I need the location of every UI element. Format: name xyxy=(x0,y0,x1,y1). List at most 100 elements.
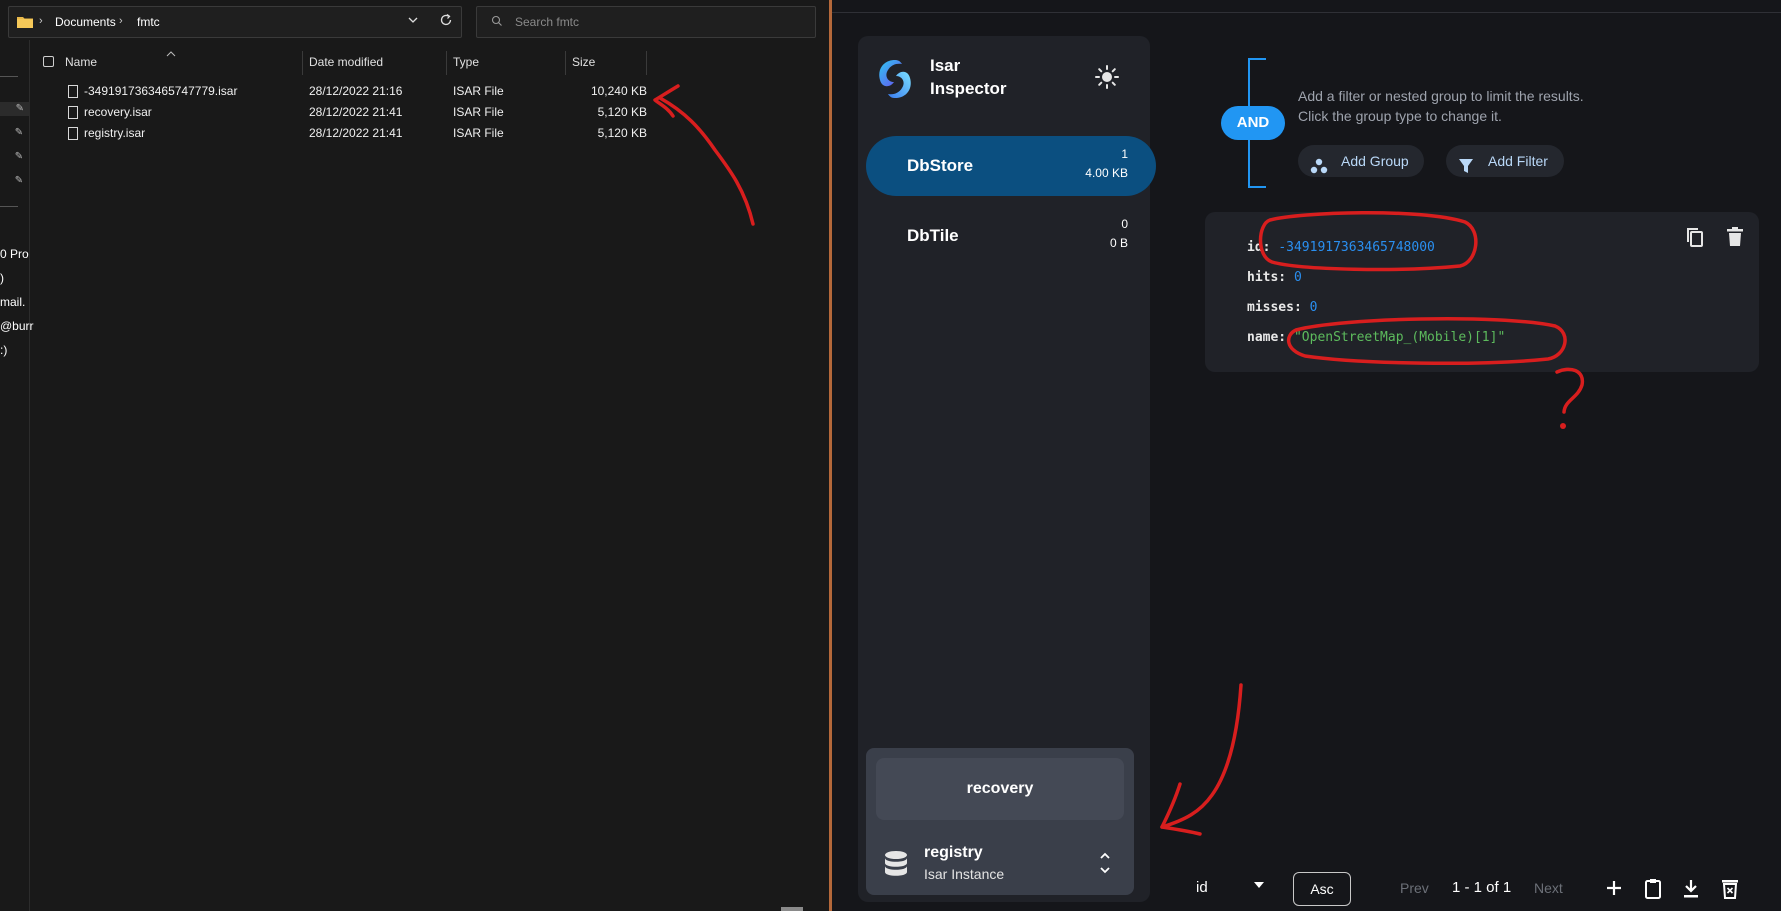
field-key: id: xyxy=(1247,240,1271,255)
file-date: 28/12/2022 21:16 xyxy=(309,84,403,98)
file-icon xyxy=(68,127,78,140)
group-icon xyxy=(1310,153,1328,174)
pin-icon[interactable]: ✎ xyxy=(13,126,25,140)
copy-icon[interactable] xyxy=(1685,226,1705,248)
next-page-button[interactable]: Next xyxy=(1534,880,1563,896)
pin-icon[interactable]: ✎ xyxy=(13,174,25,188)
column-divider[interactable] xyxy=(302,51,303,75)
instance-name: registry xyxy=(924,844,983,861)
field-value[interactable]: -3491917363465748000 xyxy=(1278,240,1435,255)
download-icon[interactable] xyxy=(1682,878,1702,900)
add-filter-button[interactable]: Add Filter xyxy=(1446,145,1564,177)
folder-icon xyxy=(17,15,33,28)
filter-hint-line1: Add a filter or nested group to limit th… xyxy=(1298,88,1584,104)
pin-icon[interactable]: ✎ xyxy=(13,150,25,164)
file-row[interactable]: -3491917363465747779.isar 28/12/2022 21:… xyxy=(60,81,650,102)
column-name[interactable]: Name xyxy=(65,52,97,72)
column-type[interactable]: Type xyxy=(453,52,479,72)
add-filter-label: Add Filter xyxy=(1488,153,1548,169)
prev-page-button[interactable]: Prev xyxy=(1400,880,1429,896)
nav-item[interactable]: ) xyxy=(0,271,4,285)
select-all-checkbox[interactable] xyxy=(43,56,54,67)
pin-icon[interactable]: ✎ xyxy=(0,102,30,116)
nav-separator xyxy=(0,206,18,207)
dropdown-caret-icon[interactable] xyxy=(1254,882,1264,888)
field-value[interactable]: 0 xyxy=(1294,270,1302,285)
nav-item[interactable]: 0 Pro xyxy=(0,247,29,261)
chevron-right-icon: › xyxy=(39,15,43,27)
field-hits: hits: 0 xyxy=(1247,270,1302,285)
instance-subtitle: Isar Instance xyxy=(924,866,1005,882)
file-size: 10,240 KB xyxy=(590,84,647,98)
horizontal-scrollbar[interactable] xyxy=(781,907,803,911)
breadcrumb-fmtc[interactable]: fmtc xyxy=(137,15,160,29)
file-name: -3491917363465747779.isar xyxy=(84,84,238,98)
collection-item-dbtile[interactable]: DbTile 0 0 B xyxy=(866,206,1156,266)
column-date-modified[interactable]: Date modified xyxy=(309,52,383,72)
file-type: ISAR File xyxy=(453,126,504,140)
column-divider[interactable] xyxy=(446,51,447,75)
field-value[interactable]: 0 xyxy=(1310,300,1318,315)
app-title-line2: Inspector xyxy=(930,79,1007,98)
instance-option-recovery[interactable]: recovery xyxy=(876,758,1124,820)
bottom-toolbar: id Asc Prev 1 - 1 of 1 Next xyxy=(1168,868,1778,908)
chevron-down-icon[interactable] xyxy=(407,14,421,28)
nav-item[interactable]: :) xyxy=(0,343,7,357)
filter-hint: Add a filter or nested group to limit th… xyxy=(1298,86,1658,126)
sort-field-select[interactable]: id xyxy=(1196,879,1208,896)
search-icon xyxy=(491,15,505,29)
add-icon[interactable] xyxy=(1604,878,1624,900)
page-info: 1 - 1 of 1 xyxy=(1452,879,1512,896)
delete-icon[interactable] xyxy=(1726,226,1746,248)
collection-item-dbstore[interactable]: DbStore 1 4.00 KB xyxy=(866,136,1156,196)
top-border xyxy=(832,12,1781,13)
search-input[interactable]: Search fmtc xyxy=(476,6,816,38)
field-name: name: "OpenStreetMap_(Mobile)[1]" xyxy=(1247,330,1505,345)
file-size: 5,120 KB xyxy=(597,126,647,140)
nav-item[interactable]: mail. xyxy=(0,295,25,309)
field-key: hits: xyxy=(1247,270,1287,285)
theme-toggle-sun-icon[interactable] xyxy=(1094,64,1120,90)
file-date: 28/12/2022 21:41 xyxy=(309,126,403,140)
column-size[interactable]: Size xyxy=(572,52,595,72)
file-explorer-window: › Documents › fmtc Search fmtc ✎ ✎ ✎ ✎ 0… xyxy=(0,0,829,911)
column-divider[interactable] xyxy=(646,51,647,75)
nav-item[interactable]: @burr xyxy=(0,319,34,333)
clipboard-icon[interactable] xyxy=(1644,878,1664,900)
collection-size: 4.00 KB xyxy=(1085,166,1128,180)
breadcrumb-documents[interactable]: Documents xyxy=(55,15,116,29)
object-card: id: -3491917363465748000 hits: 0 misses:… xyxy=(1205,212,1759,372)
file-row[interactable]: registry.isar 28/12/2022 21:41 ISAR File… xyxy=(60,123,650,144)
file-row[interactable]: recovery.isar 28/12/2022 21:41 ISAR File… xyxy=(60,102,650,123)
collection-count: 0 xyxy=(1121,217,1128,231)
field-value[interactable]: "OpenStreetMap_(Mobile)[1]" xyxy=(1294,330,1505,345)
field-key: misses: xyxy=(1247,300,1302,315)
nav-separator xyxy=(0,76,18,77)
chevron-up-down-icon[interactable] xyxy=(1098,848,1112,878)
filter-hint-line2: Click the group type to change it. xyxy=(1298,108,1502,124)
file-size: 5,120 KB xyxy=(597,105,647,119)
field-key: name: xyxy=(1247,330,1287,345)
field-id: id: -3491917363465748000 xyxy=(1247,240,1435,255)
address-bar[interactable]: › Documents › fmtc xyxy=(8,6,462,38)
file-name: recovery.isar xyxy=(84,105,152,119)
current-instance[interactable]: registry Isar Instance xyxy=(876,842,1124,886)
sort-up-icon xyxy=(166,44,176,62)
collection-name: DbStore xyxy=(907,156,974,175)
column-divider[interactable] xyxy=(565,51,566,75)
collection-name: DbTile xyxy=(907,226,959,245)
clear-all-icon[interactable] xyxy=(1721,878,1741,900)
sort-order-button[interactable]: Asc xyxy=(1293,872,1351,906)
add-group-button[interactable]: Add Group xyxy=(1298,145,1424,177)
file-icon xyxy=(68,85,78,98)
file-date: 28/12/2022 21:41 xyxy=(309,105,403,119)
collection-size: 0 B xyxy=(1109,236,1128,250)
collection-count: 1 xyxy=(1121,147,1128,161)
database-icon xyxy=(884,850,908,878)
group-type-and-button[interactable]: AND xyxy=(1221,106,1285,140)
isar-inspector-app: Isar Inspector DbStore 1 4.00 KB DbTile … xyxy=(832,0,1781,911)
file-icon xyxy=(68,106,78,119)
search-placeholder: Search fmtc xyxy=(515,15,580,29)
navigation-pane[interactable]: ✎ ✎ ✎ ✎ 0 Pro ) mail. @burr :) xyxy=(0,40,34,911)
refresh-icon[interactable] xyxy=(439,13,455,29)
